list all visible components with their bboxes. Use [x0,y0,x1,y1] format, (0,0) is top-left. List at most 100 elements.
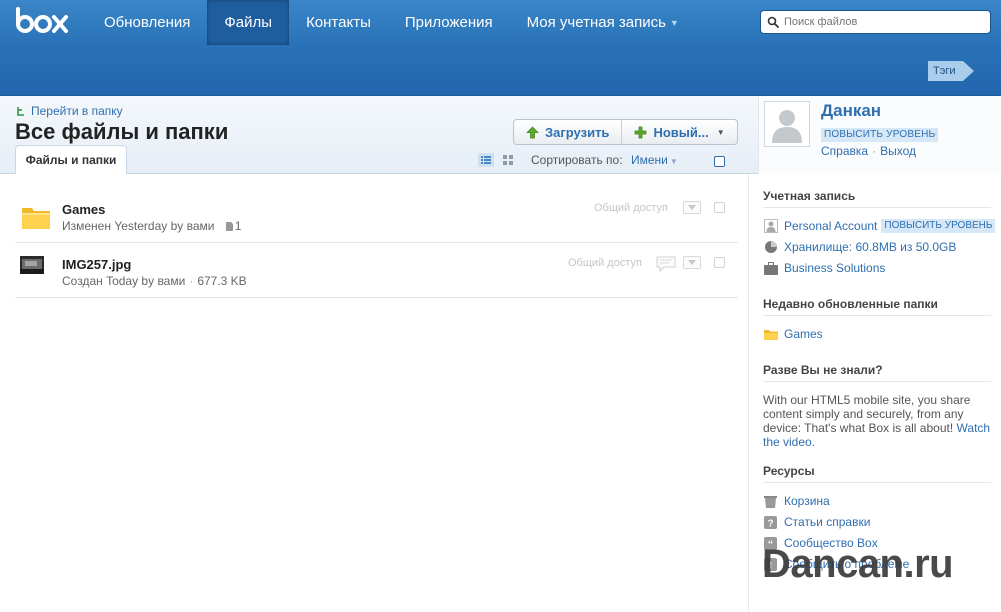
chevron-down-icon: ▼ [669,17,679,28]
avatar[interactable] [764,101,810,147]
sidebar-item-trash[interactable]: Корзина [763,494,830,508]
dot-separator: · [872,144,877,158]
sidebar-divider [748,174,749,612]
question-icon: ? [763,515,778,529]
nav-apps[interactable]: Приложения [388,0,510,45]
caret-down-icon: ▼ [716,127,725,137]
didyouknow-text: With our HTML5 mobile site, you share co… [763,393,991,449]
upload-label: Загрузить [545,124,610,140]
sidebar-heading-didyouknow: Разве Вы не знали? [763,363,883,377]
briefcase-icon [763,261,778,275]
trash-icon [763,494,778,508]
sort-value: Имени [631,153,668,167]
page-title: Все файлы и папки [15,119,229,144]
sidebar-item-help-articles[interactable]: ? Статьи справки [763,515,870,529]
file-meta: Создан Today by вами · 677.3 KB [62,274,247,288]
file-meta: Изменен Yesterday by вами 1 [62,219,241,233]
trash-label: Корзина [784,494,830,508]
user-name[interactable]: Данкан [821,101,881,121]
file-created-text: Создан Today by вами [62,274,186,288]
file-modified-text: Изменен Yesterday by вами [62,219,215,233]
divider [763,207,991,208]
file-row[interactable]: IMG257.jpg Создан Today by вами · 677.3 KB… [15,243,738,298]
nav-my-account-label: Моя учетная запись [526,14,666,31]
share-link[interactable]: Общий доступ [594,202,668,214]
nav-apps-label: Приложения [404,14,493,31]
account-type-label: Personal Account [784,219,878,233]
nav-contacts[interactable]: Контакты [289,0,388,45]
help-link[interactable]: Справка [821,144,868,158]
recent-folder-label: Games [784,327,823,341]
search-icon [767,16,779,28]
box-logo[interactable] [15,4,69,38]
business-label: Business Solutions [784,261,886,275]
divider [763,381,991,382]
file-size: 677.3 KB [197,274,247,288]
goto-folder-link[interactable]: Перейти в папку [16,104,123,118]
row-actions-dropdown[interactable] [683,201,701,214]
sidebar-heading-recent: Недавно обновленные папки [763,297,938,311]
search-input[interactable] [784,16,979,28]
tab-files-and-folders[interactable]: Файлы и папки [15,145,127,174]
caret-down-icon: ▼ [669,157,678,166]
file-name[interactable]: Games [62,202,105,217]
file-count: 1 [225,219,242,233]
image-thumbnail-icon [20,256,44,274]
grid-view-icon[interactable] [502,154,514,166]
upgrade-badge[interactable]: ПОВЫСИТЬ УРОВЕНЬ [821,128,939,142]
nav-files-label: Файлы [224,14,273,31]
nav-my-account[interactable]: Моя учетная запись ▼ [510,0,696,45]
nav-files[interactable]: Файлы [207,0,290,45]
folder-icon [763,327,778,341]
svg-text:?: ? [767,518,773,529]
divider [763,482,991,483]
help-articles-label: Статьи справки [784,515,871,529]
search-box[interactable] [760,10,991,34]
list-view-icon[interactable] [478,153,494,167]
storage-label: Хранилище: 60.8MB из 50.0GB [784,240,957,254]
sidebar-item-account[interactable]: Personal Account ПОВЫСИТЬ УРОВЕНЬ [763,219,996,233]
sidebar-heading-resources: Ресурсы [763,464,815,478]
pie-chart-icon [763,240,778,254]
nav-updates[interactable]: Обновления [87,0,207,45]
tags-tab[interactable]: Тэги [928,61,974,81]
tags-tab-label: Тэги [933,65,956,77]
row-checkbox[interactable] [714,257,725,268]
goto-folder-label: Перейти в папку [31,104,123,118]
row-actions-dropdown[interactable] [683,256,701,269]
sidebar-item-storage[interactable]: Хранилище: 60.8MB из 50.0GB [763,240,956,254]
top-header: Обновления Файлы Контакты Приложения Моя… [0,0,1001,96]
sort-label: Сортировать по: [531,153,623,167]
plus-icon [635,126,647,138]
share-link[interactable]: Общий доступ [568,257,642,269]
file-name[interactable]: IMG257.jpg [62,257,131,272]
document-icon [225,222,233,231]
logout-link[interactable]: Выход [880,144,916,158]
file-count-value: 1 [234,219,242,233]
watermark-text: Dancan.ru [762,542,954,586]
new-label: Новый... [653,124,709,140]
sidebar-item-business[interactable]: Business Solutions [763,261,885,275]
folder-tree-icon [17,106,24,116]
didyouknow-body: With our HTML5 mobile site, you share co… [763,393,971,435]
sidebar-item-recent-folder[interactable]: Games [763,327,823,341]
sidebar-heading-account: Учетная запись [763,189,856,203]
main-nav: Обновления Файлы Контакты Приложения Моя… [87,0,696,45]
file-row[interactable]: Games Изменен Yesterday by вами 1 Общий … [15,188,738,243]
user-silhouette-icon [772,110,802,143]
select-all-checkbox[interactable] [714,156,725,167]
upload-button[interactable]: Загрузить [514,120,621,144]
new-button[interactable]: Новый... ▼ [621,120,736,144]
arrow-up-icon [526,126,539,138]
box-logo-mark [16,7,68,33]
row-checkbox[interactable] [714,202,725,213]
nav-contacts-label: Контакты [306,14,371,31]
account-upgrade-badge[interactable]: ПОВЫСИТЬ УРОВЕНЬ [881,219,996,233]
user-links: Справка · Выход [821,144,916,158]
comment-icon[interactable] [656,256,676,272]
divider [763,315,991,316]
tab-label: Файлы и папки [25,153,117,167]
user-icon [763,219,778,233]
sort-dropdown[interactable]: Имени ▼ [631,153,678,167]
dot-separator: · [934,128,938,140]
